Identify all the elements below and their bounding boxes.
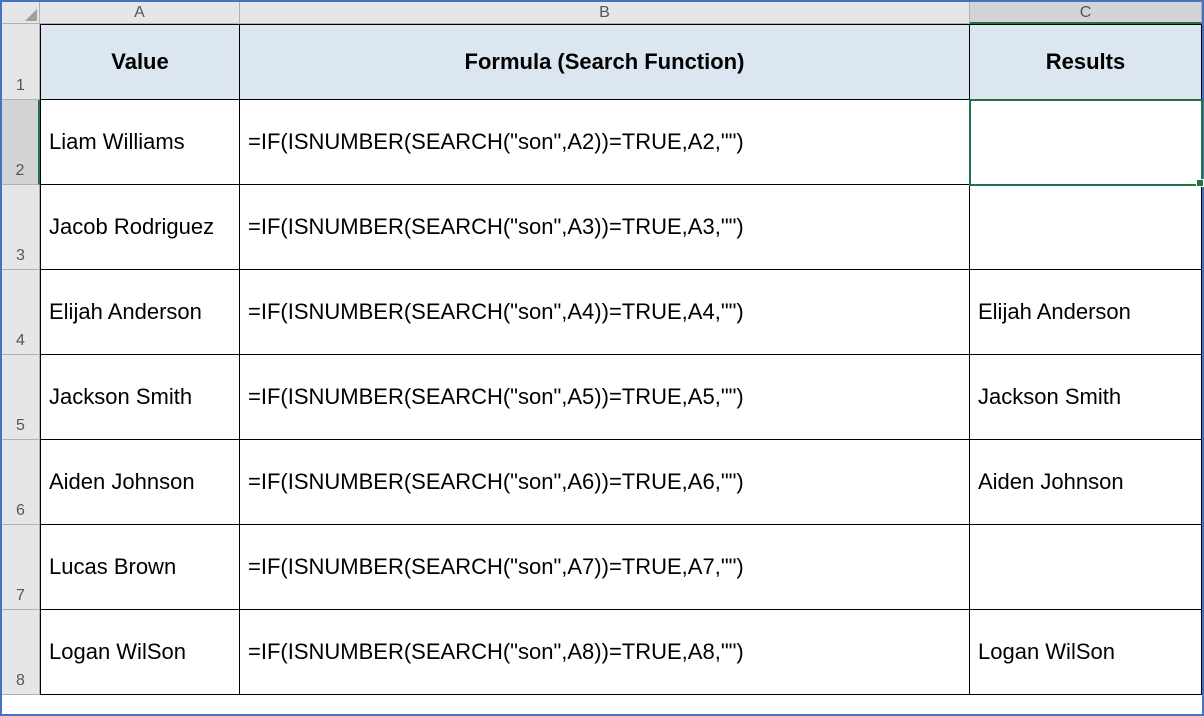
cell-a3-value[interactable]: Jacob Rodriguez — [40, 185, 240, 270]
cell-b7-formula[interactable]: =IF(ISNUMBER(SEARCH("son",A7))=TRUE,A7,"… — [240, 525, 970, 610]
row-header-5[interactable]: 5 — [2, 355, 40, 440]
row-header-8[interactable]: 8 — [2, 610, 40, 695]
cell-b4-formula[interactable]: =IF(ISNUMBER(SEARCH("son",A4))=TRUE,A4,"… — [240, 270, 970, 355]
cell-c5-result[interactable]: Jackson Smith — [970, 355, 1202, 440]
cell-c3-result[interactable] — [970, 185, 1202, 270]
cell-b3-formula[interactable]: =IF(ISNUMBER(SEARCH("son",A3))=TRUE,A3,"… — [240, 185, 970, 270]
col-header-c[interactable]: C — [970, 2, 1202, 24]
cell-a4-value[interactable]: Elijah Anderson — [40, 270, 240, 355]
row-header-6[interactable]: 6 — [2, 440, 40, 525]
cell-b5-formula[interactable]: =IF(ISNUMBER(SEARCH("son",A5))=TRUE,A5,"… — [240, 355, 970, 440]
row-header-3[interactable]: 3 — [2, 185, 40, 270]
cell-c1-header-results[interactable]: Results — [970, 24, 1202, 100]
cell-c6-result[interactable]: Aiden Johnson — [970, 440, 1202, 525]
cell-a1-header-value[interactable]: Value — [40, 24, 240, 100]
select-all-corner[interactable] — [2, 2, 40, 24]
row-header-1[interactable]: 1 — [2, 24, 40, 100]
cell-b6-formula[interactable]: =IF(ISNUMBER(SEARCH("son",A6))=TRUE,A6,"… — [240, 440, 970, 525]
cell-b2-formula[interactable]: =IF(ISNUMBER(SEARCH("son",A2))=TRUE,A2,"… — [240, 100, 970, 185]
cell-a6-value[interactable]: Aiden Johnson — [40, 440, 240, 525]
cell-a7-value[interactable]: Lucas Brown — [40, 525, 240, 610]
row-header-2[interactable]: 2 — [2, 100, 40, 185]
cell-c7-result[interactable] — [970, 525, 1202, 610]
cell-b1-header-formula[interactable]: Formula (Search Function) — [240, 24, 970, 100]
col-header-b[interactable]: B — [240, 2, 970, 24]
cell-c4-result[interactable]: Elijah Anderson — [970, 270, 1202, 355]
cell-a5-value[interactable]: Jackson Smith — [40, 355, 240, 440]
cell-b8-formula[interactable]: =IF(ISNUMBER(SEARCH("son",A8))=TRUE,A8,"… — [240, 610, 970, 695]
cell-a2-value[interactable]: Liam Williams — [40, 100, 240, 185]
cell-a8-value[interactable]: Logan WilSon — [40, 610, 240, 695]
cell-c2-result[interactable] — [970, 100, 1202, 185]
spreadsheet-grid: A B C 1 Value Formula (Search Function) … — [2, 2, 1202, 714]
row-header-7[interactable]: 7 — [2, 525, 40, 610]
col-header-a[interactable]: A — [40, 2, 240, 24]
cell-c8-result[interactable]: Logan WilSon — [970, 610, 1202, 695]
row-header-4[interactable]: 4 — [2, 270, 40, 355]
